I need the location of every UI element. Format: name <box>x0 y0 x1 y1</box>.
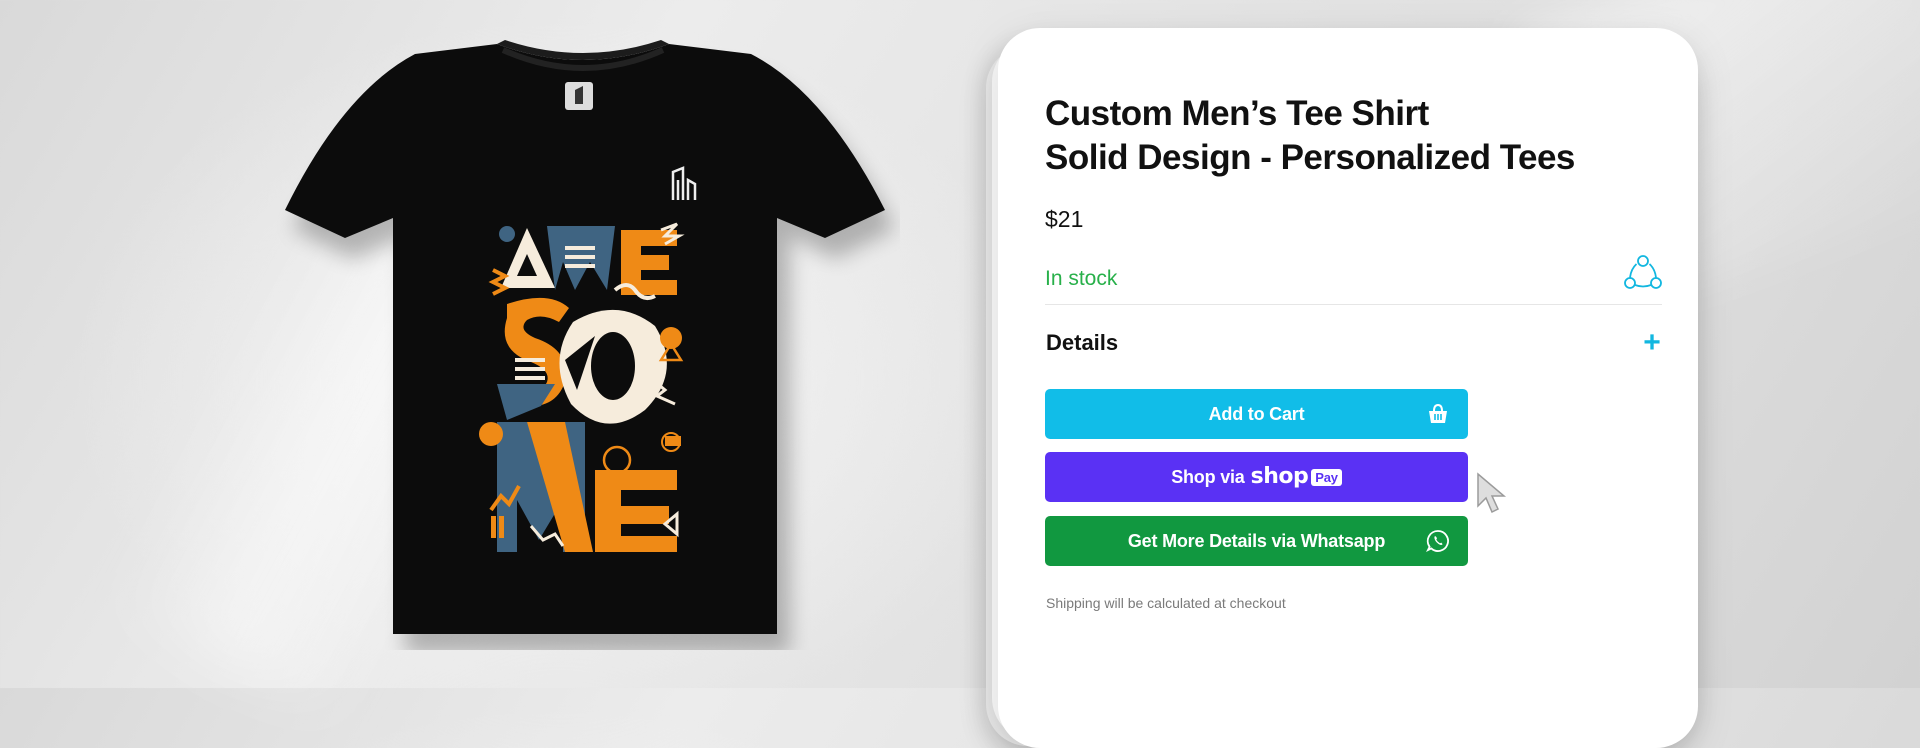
divider <box>1045 304 1662 305</box>
share-icon[interactable] <box>1624 254 1662 292</box>
tshirt-illustration <box>285 40 895 650</box>
plus-icon[interactable]: + <box>1640 328 1664 358</box>
whatsapp-label: Get More Details via Whatsapp <box>1127 530 1386 551</box>
stock-status: In stock <box>1045 267 1118 290</box>
mouse-cursor-icon <box>1477 472 1507 514</box>
product-image-tshirt <box>265 40 900 650</box>
shipping-note: Shipping will be calculated at checkout <box>1046 595 1286 611</box>
add-to-cart-label: Add to Cart <box>1208 403 1305 424</box>
whatsapp-icon <box>1426 530 1449 552</box>
details-accordion-label[interactable]: Details <box>1046 330 1118 356</box>
basket-icon <box>1429 403 1447 423</box>
shop-via-label: Shop via <box>1171 466 1245 487</box>
whatsapp-button[interactable]: Get More Details via Whatsapp <box>1045 516 1468 566</box>
shop-brand-logo: shop <box>1250 463 1309 489</box>
pay-badge: Pay <box>1311 468 1342 486</box>
product-title-line1: Custom Men’s Tee Shirt <box>1045 94 1429 133</box>
product-price: $21 <box>1045 206 1084 232</box>
add-to-cart-button[interactable]: Add to Cart <box>1045 389 1468 439</box>
product-title-line2: Solid Design - Personalized Tees <box>1045 138 1575 177</box>
shop-pay-button[interactable]: Shop via shop Pay <box>1045 452 1468 502</box>
product-title: Custom Men’s Tee Shirt Solid Design - Pe… <box>1045 92 1665 180</box>
